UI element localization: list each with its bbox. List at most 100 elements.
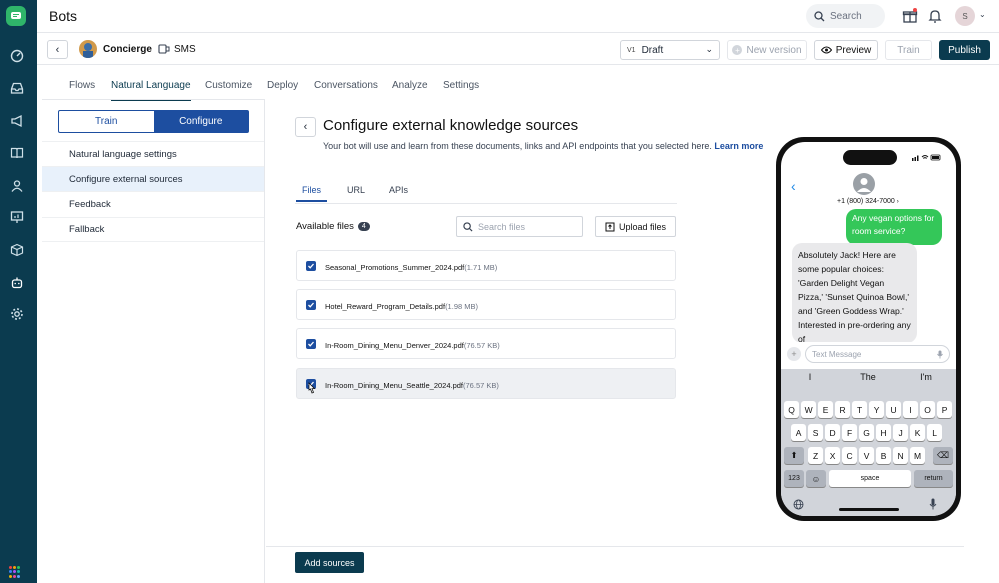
plus-icon[interactable]: +: [787, 347, 801, 361]
tab-apis[interactable]: APIs: [389, 185, 408, 195]
key-x[interactable]: X: [825, 447, 841, 464]
tab-customize[interactable]: Customize: [205, 80, 252, 91]
key-j[interactable]: J: [893, 424, 909, 441]
inbox-icon[interactable]: [8, 79, 26, 97]
contact-number: +1 (800) 324-7000 ›: [837, 198, 899, 205]
tab-natural-language[interactable]: Natural Language: [111, 80, 191, 101]
gift-icon[interactable]: [902, 8, 918, 24]
tab-url[interactable]: URL: [347, 185, 365, 195]
key-p[interactable]: P: [937, 401, 953, 418]
key-m[interactable]: M: [910, 447, 926, 464]
package-icon[interactable]: [8, 241, 26, 259]
file-name: Seasonal_Promotions_Summer_2024.pdf: [325, 262, 465, 272]
new-version-button[interactable]: + New version: [727, 40, 807, 60]
file-row[interactable]: In-Room_Dining_Menu_Seattle_2024.pdf(76.…: [296, 368, 676, 399]
tab-settings[interactable]: Settings: [443, 80, 479, 91]
key-t[interactable]: T: [852, 401, 868, 418]
key-u[interactable]: U: [886, 401, 902, 418]
key-e[interactable]: E: [818, 401, 834, 418]
megaphone-icon[interactable]: [8, 112, 26, 130]
upload-files-button[interactable]: Upload files: [595, 216, 676, 237]
app-switcher-icon[interactable]: [9, 566, 21, 578]
checkbox-checked[interactable]: [306, 299, 316, 310]
key-h[interactable]: H: [876, 424, 892, 441]
file-row[interactable]: Seasonal_Promotions_Summer_2024.pdf(1.71…: [296, 250, 676, 281]
file-search-input[interactable]: Search files: [456, 216, 583, 237]
shift-key[interactable]: ⬆: [784, 447, 804, 464]
contact-number-text: +1 (800) 324-7000: [837, 198, 895, 205]
suggestion-2[interactable]: The: [839, 372, 897, 382]
book-icon[interactable]: [8, 144, 26, 162]
sidebar-item-natural-language-settings[interactable]: Natural language settings: [42, 141, 264, 166]
train-button[interactable]: Train: [885, 40, 932, 60]
backspace-key[interactable]: ⌫: [933, 447, 953, 464]
key-q[interactable]: Q: [784, 401, 800, 418]
key-i[interactable]: I: [903, 401, 919, 418]
checkbox-checked[interactable]: [306, 260, 316, 271]
message-input[interactable]: Text Message: [805, 345, 950, 363]
page-title: Bots: [49, 8, 78, 24]
dashboard-icon[interactable]: [8, 47, 26, 65]
sidebar-item-feedback[interactable]: Feedback: [42, 191, 264, 216]
publish-button[interactable]: Publish: [939, 40, 990, 60]
bell-icon[interactable]: [927, 8, 943, 24]
file-name: Hotel_Reward_Program_Details.pdf: [325, 301, 446, 311]
key-d[interactable]: D: [825, 424, 841, 441]
bot-icon[interactable]: [8, 274, 26, 292]
phone-back-icon[interactable]: ‹: [791, 178, 796, 194]
file-row[interactable]: In-Room_Dining_Menu_Denver_2024.pdf(76.5…: [296, 328, 676, 359]
key-o[interactable]: O: [920, 401, 936, 418]
sidebar-item-configure-external-sources[interactable]: Configure external sources: [42, 166, 264, 191]
key-w[interactable]: W: [801, 401, 817, 418]
section-subtitle: Your bot will use and learn from these d…: [323, 141, 763, 151]
main-back-button[interactable]: ‹: [295, 117, 316, 137]
suggestion-3[interactable]: I'm: [897, 372, 955, 382]
toggle-train[interactable]: Train: [59, 111, 154, 132]
key-f[interactable]: F: [842, 424, 858, 441]
key-r[interactable]: R: [835, 401, 851, 418]
version-select[interactable]: V1 Draft ⌄: [620, 40, 720, 60]
back-button[interactable]: ‹: [47, 40, 68, 59]
outgoing-message: Any vegan options for room service?: [846, 209, 942, 245]
tab-files[interactable]: Files: [295, 185, 328, 202]
key-g[interactable]: G: [859, 424, 875, 441]
key-c[interactable]: C: [842, 447, 858, 464]
tab-flows[interactable]: Flows: [69, 80, 95, 91]
key-n[interactable]: N: [893, 447, 909, 464]
tab-conversations[interactable]: Conversations: [314, 80, 378, 91]
key-l[interactable]: L: [927, 424, 943, 441]
microphone-icon[interactable]: [937, 350, 943, 359]
global-search[interactable]: Search: [806, 4, 885, 28]
globe-icon[interactable]: [793, 499, 804, 510]
add-sources-button[interactable]: Add sources: [295, 552, 364, 573]
footer-divider: [266, 546, 964, 547]
reports-icon[interactable]: [8, 208, 26, 226]
tab-deploy[interactable]: Deploy: [267, 80, 298, 91]
dictation-microphone-icon[interactable]: [929, 498, 937, 510]
space-key[interactable]: space: [829, 470, 911, 487]
emoji-icon[interactable]: ☺: [806, 470, 826, 487]
tab-analyze[interactable]: Analyze: [392, 80, 428, 91]
return-key[interactable]: return: [914, 470, 953, 487]
message-compose-bar: + Text Message: [787, 342, 950, 366]
numbers-key[interactable]: 123: [784, 470, 804, 487]
checkbox-checked[interactable]: [306, 338, 316, 349]
key-a[interactable]: A: [791, 424, 807, 441]
key-b[interactable]: B: [876, 447, 892, 464]
preview-button[interactable]: Preview: [814, 40, 878, 60]
toggle-configure[interactable]: Configure: [153, 111, 248, 132]
app-logo-icon[interactable]: [6, 6, 26, 26]
settings-gear-icon[interactable]: [8, 305, 26, 323]
key-v[interactable]: V: [859, 447, 875, 464]
key-s[interactable]: S: [808, 424, 824, 441]
chevron-down-icon[interactable]: ⌄: [979, 10, 986, 19]
key-z[interactable]: Z: [808, 447, 824, 464]
learn-more-link[interactable]: Learn more: [714, 141, 763, 151]
contacts-icon[interactable]: [8, 177, 26, 195]
suggestion-1[interactable]: I: [781, 372, 839, 382]
user-avatar[interactable]: S: [955, 6, 975, 26]
key-k[interactable]: K: [910, 424, 926, 441]
file-row[interactable]: Hotel_Reward_Program_Details.pdf(1.98 MB…: [296, 289, 676, 320]
sidebar-item-fallback[interactable]: Fallback: [42, 217, 264, 242]
key-y[interactable]: Y: [869, 401, 885, 418]
